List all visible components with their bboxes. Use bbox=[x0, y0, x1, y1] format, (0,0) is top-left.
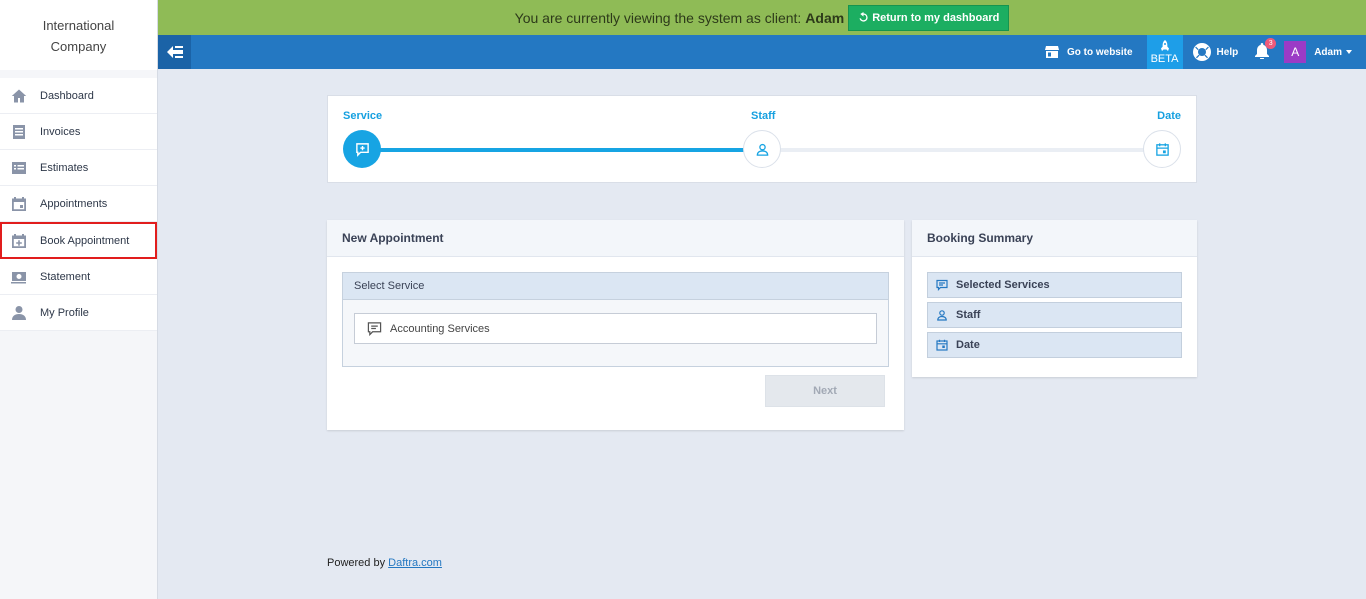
collapse-menu-icon bbox=[166, 46, 183, 58]
summary-row-label: Selected Services bbox=[956, 279, 1050, 291]
top-header: Go to website BETA Help 3 A Adam bbox=[158, 35, 1366, 69]
lifebuoy-icon bbox=[1192, 43, 1211, 61]
user-icon bbox=[10, 304, 28, 322]
company-name-line1: International bbox=[42, 18, 115, 33]
sidebar-item-label: Appointments bbox=[40, 197, 108, 210]
help-link[interactable]: Help bbox=[1192, 43, 1239, 61]
company-name-line2: Company bbox=[50, 39, 107, 54]
client-view-banner: You are currently viewing the system as … bbox=[158, 0, 1366, 35]
money-icon bbox=[10, 268, 28, 286]
step-label-service: Service bbox=[343, 110, 383, 122]
user-icon bbox=[937, 310, 947, 321]
step-staff[interactable] bbox=[743, 130, 781, 168]
calendar-icon bbox=[10, 195, 28, 213]
summary-row-label: Staff bbox=[956, 309, 981, 321]
store-icon bbox=[1044, 46, 1059, 58]
summary-staff: Staff bbox=[927, 302, 1182, 328]
user-name: Adam bbox=[1314, 46, 1342, 58]
return-to-dashboard-button[interactable]: Return to my dashboard bbox=[848, 4, 1010, 31]
sidebar-item-invoices[interactable]: Invoices bbox=[0, 114, 157, 150]
sidebar-item-my-profile[interactable]: My Profile bbox=[0, 295, 157, 331]
go-to-website-link[interactable]: Go to website bbox=[1044, 45, 1133, 59]
step-label-date: Date bbox=[1157, 110, 1181, 122]
calendar-add-icon bbox=[10, 232, 28, 250]
comment-add-icon bbox=[355, 142, 369, 157]
new-appointment-card: New Appointment Select Service Accountin… bbox=[327, 220, 904, 430]
sidebar-nav: Dashboard Invoices Estimates Appointment… bbox=[0, 78, 157, 331]
summary-date: Date bbox=[927, 332, 1182, 358]
calendar-icon bbox=[1155, 142, 1169, 156]
collapse-sidebar-button[interactable] bbox=[158, 35, 191, 69]
rocket-icon bbox=[1160, 39, 1169, 51]
booking-summary-title: Booking Summary bbox=[912, 220, 1197, 257]
select-service-panel: Select Service Accounting Services bbox=[342, 272, 889, 367]
user-menu[interactable]: A Adam bbox=[1284, 41, 1352, 63]
step-label-staff: Staff bbox=[751, 110, 776, 122]
sidebar-item-estimates[interactable]: Estimates bbox=[0, 150, 157, 186]
booking-summary-card: Booking Summary Selected Services Staff … bbox=[912, 220, 1197, 377]
home-icon bbox=[10, 87, 28, 105]
progress-line-pending bbox=[762, 148, 1152, 152]
comment-icon bbox=[367, 322, 382, 336]
notifications-button[interactable]: 3 bbox=[1254, 37, 1277, 62]
daftra-link[interactable]: Daftra.com bbox=[388, 557, 442, 569]
service-option-accounting[interactable]: Accounting Services bbox=[354, 313, 877, 344]
company-name: International Company bbox=[0, 0, 157, 70]
go-to-website-label: Go to website bbox=[1066, 46, 1133, 58]
sidebar: International Company Dashboard Invoices… bbox=[0, 0, 158, 599]
service-option-label: Accounting Services bbox=[390, 322, 490, 335]
sidebar-item-label: Invoices bbox=[40, 125, 81, 138]
sidebar-item-dashboard[interactable]: Dashboard bbox=[0, 78, 157, 114]
calendar-icon bbox=[936, 339, 948, 351]
return-button-label: Return to my dashboard bbox=[872, 11, 1000, 24]
footer: Powered by Daftra.com bbox=[327, 557, 442, 569]
sidebar-item-label: Dashboard bbox=[40, 89, 94, 102]
progress-line-completed bbox=[378, 148, 746, 152]
beta-label: BETA bbox=[1150, 52, 1179, 65]
sidebar-item-label: My Profile bbox=[40, 306, 89, 319]
sidebar-item-label: Book Appointment bbox=[40, 234, 130, 247]
sidebar-item-label: Estimates bbox=[40, 161, 89, 174]
banner-text: You are currently viewing the system as … bbox=[514, 9, 802, 26]
select-service-title: Select Service bbox=[343, 273, 888, 300]
summary-selected-services: Selected Services bbox=[927, 272, 1182, 298]
banner-client-name: Adam bbox=[805, 9, 845, 26]
beta-button[interactable]: BETA bbox=[1146, 35, 1183, 69]
undo-icon bbox=[859, 12, 868, 22]
sidebar-item-statement[interactable]: Statement bbox=[0, 259, 157, 295]
summary-row-label: Date bbox=[956, 339, 980, 351]
sidebar-item-book-appointment[interactable]: Book Appointment bbox=[0, 222, 157, 259]
step-service[interactable] bbox=[343, 130, 381, 168]
estimate-icon bbox=[10, 159, 28, 177]
user-icon bbox=[756, 143, 768, 156]
notification-count-badge: 3 bbox=[1265, 37, 1277, 49]
sidebar-item-label: Statement bbox=[40, 270, 91, 283]
chevron-down-icon bbox=[1346, 50, 1352, 54]
sidebar-item-appointments[interactable]: Appointments bbox=[0, 186, 157, 222]
invoice-icon bbox=[10, 123, 28, 141]
comment-icon bbox=[936, 279, 948, 291]
booking-stepper: Service Staff Date bbox=[327, 95, 1197, 183]
step-date[interactable] bbox=[1143, 130, 1181, 168]
avatar: A bbox=[1284, 41, 1307, 63]
new-appointment-title: New Appointment bbox=[327, 220, 904, 257]
next-button[interactable]: Next bbox=[765, 375, 885, 407]
help-label: Help bbox=[1216, 46, 1239, 58]
footer-prefix: Powered by bbox=[327, 557, 386, 569]
